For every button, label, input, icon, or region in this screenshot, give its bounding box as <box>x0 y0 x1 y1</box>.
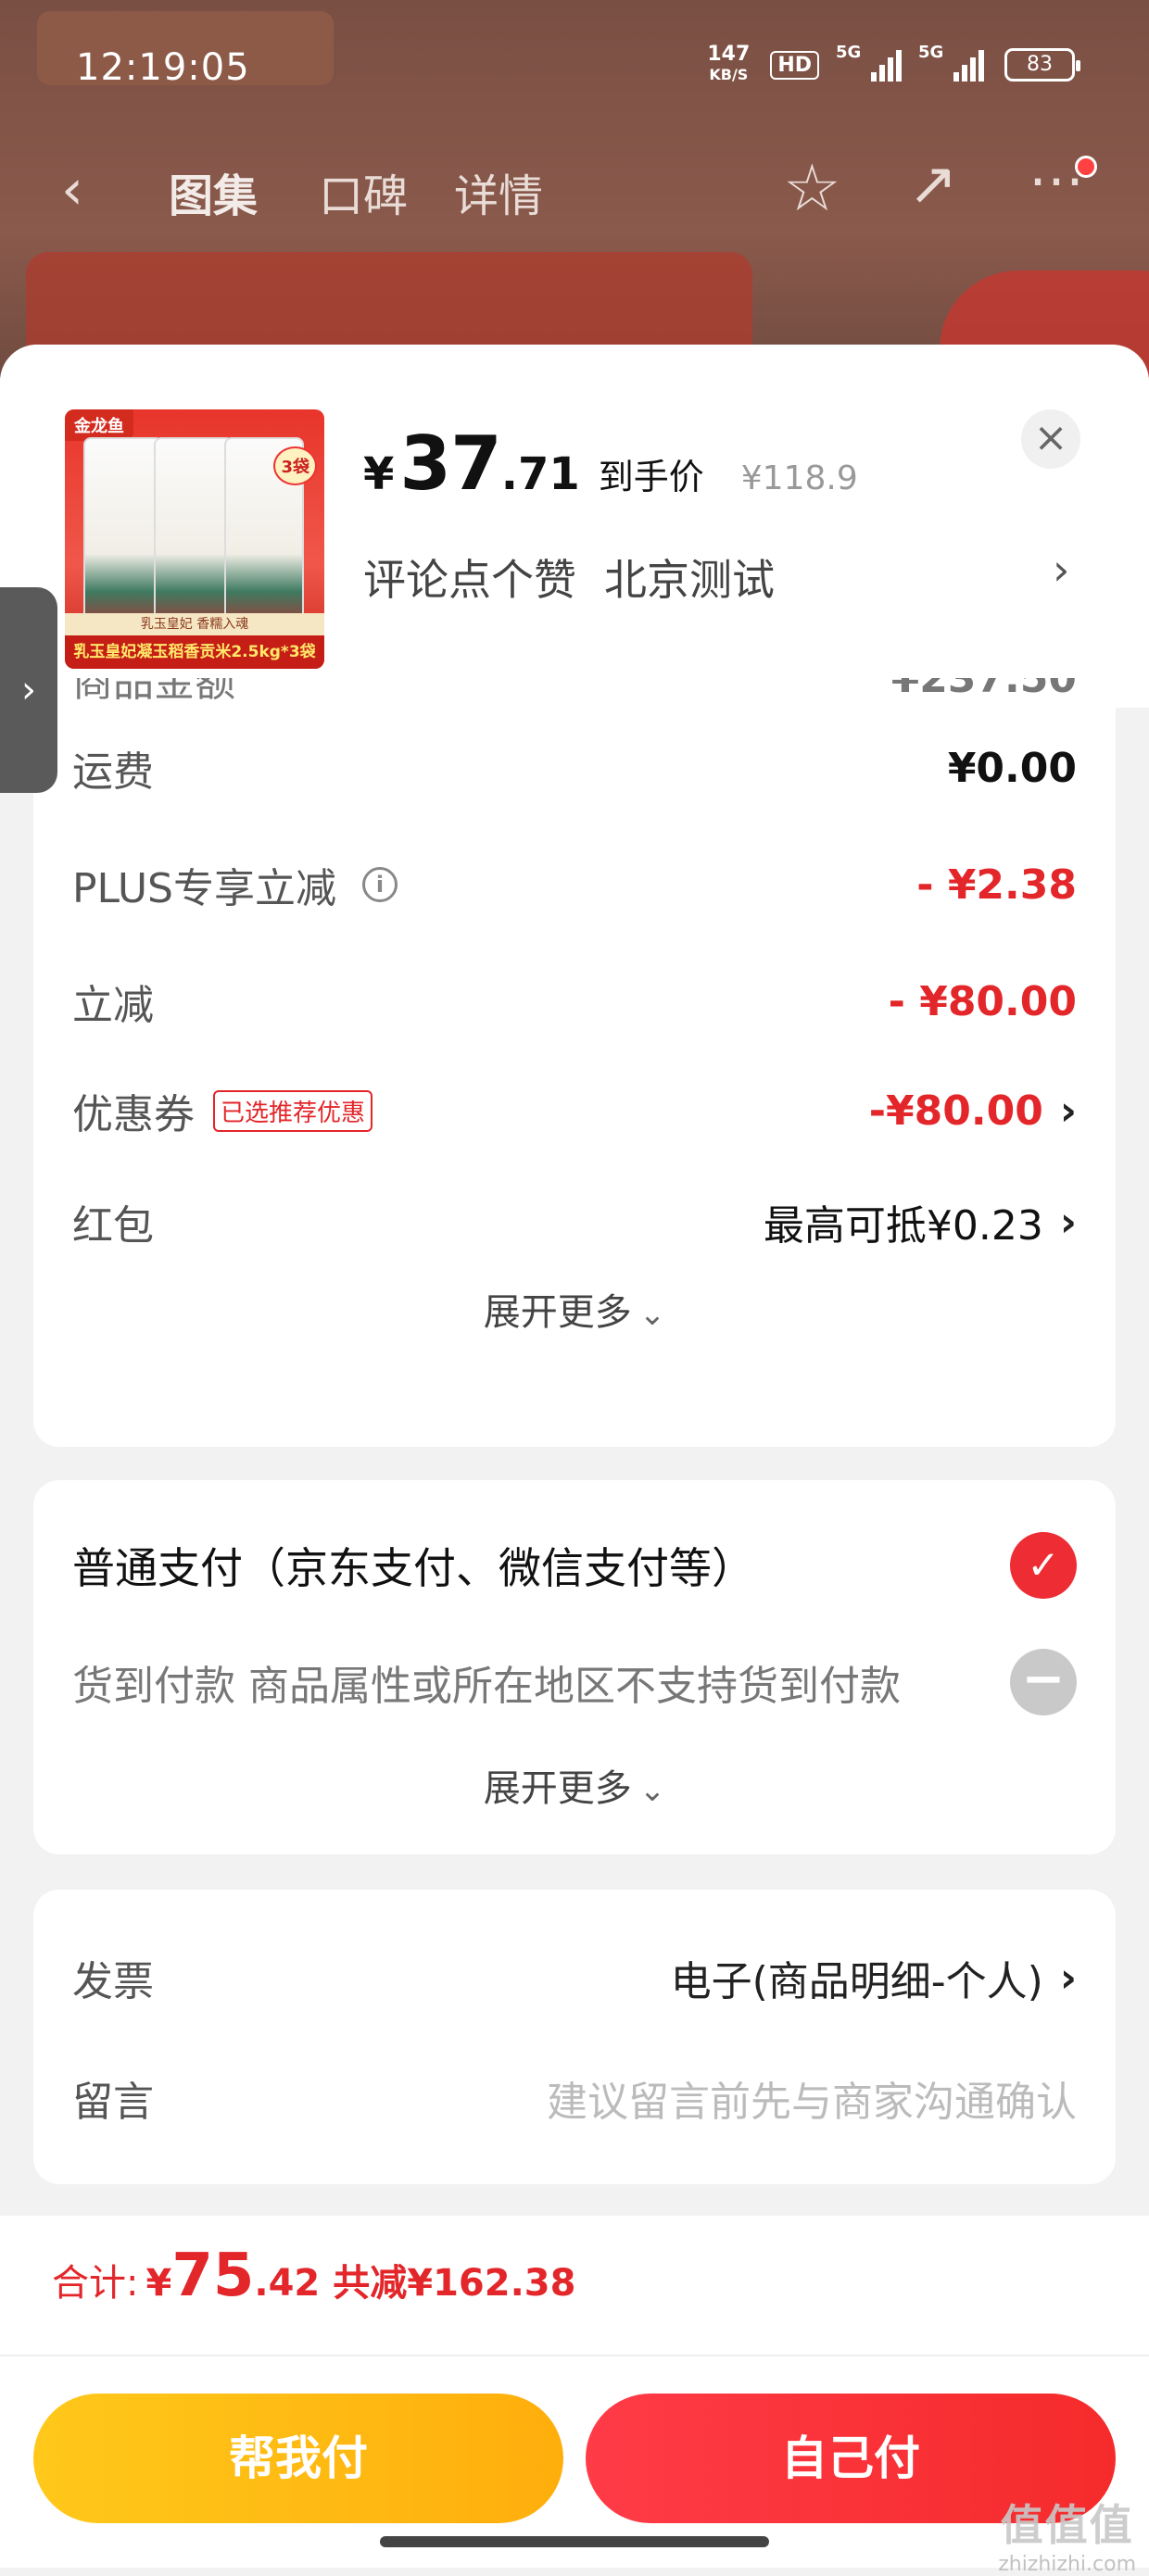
expand-more-payment[interactable]: 展开更多 ⌄ <box>33 1758 1116 1812</box>
network-speed: 147 KB/S <box>707 43 751 84</box>
share-icon[interactable]: ↗ <box>908 150 958 219</box>
help-me-pay-button[interactable]: 帮我付 <box>33 2394 563 2523</box>
invoice-note-card: 发票 电子(商品明细-个人) › 留言 建议留言前先与商家沟通确认 <box>33 1890 1116 2184</box>
status-time: 12:19:05 <box>76 46 250 89</box>
home-indicator[interactable] <box>380 2536 769 2547</box>
note-input[interactable]: 建议留言前先与商家沟通确认 <box>547 2068 1077 2128</box>
favorite-star-icon[interactable]: ☆ <box>783 150 841 226</box>
bag-count-badge: 3袋 <box>273 446 317 485</box>
checkout-footer: 合计: ¥ 75 .42 共减¥162.38 帮我付 自己付 <box>0 2216 1149 2568</box>
product-spec-row[interactable]: 评论点个赞 北京测试 <box>363 547 775 608</box>
product-caption: 乳玉皇妃凝玉稻香贡米2.5kg*3袋 <box>65 635 324 669</box>
price-tag-label: 到手价 <box>598 457 704 497</box>
cost-row-discount: 立减 - ¥80.00 <box>72 977 1077 1030</box>
product-header: 金龙鱼 3袋 乳玉皇妃 香糯入魂 乳玉皇妃凝玉稻香贡米2.5kg*3袋 ¥ 37… <box>0 345 1149 708</box>
cost-row-plus: PLUS专享立减 i - ¥2.38 <box>72 861 1077 913</box>
total-saved: 共减¥162.38 <box>333 2262 576 2305</box>
more-icon[interactable]: ⋯ <box>1029 148 1084 213</box>
chevron-right-icon[interactable]: › <box>1053 545 1069 595</box>
chevron-right-icon: › <box>1059 1087 1077 1135</box>
product-sub-caption: 乳玉皇妃 香糯入魂 <box>65 613 324 635</box>
check-icon[interactable]: ✓ <box>1010 1532 1077 1599</box>
disabled-icon: − <box>1010 1649 1077 1715</box>
brand-chip: 金龙鱼 <box>65 409 133 441</box>
status-bar: 12:19:05 147 KB/S HD 5G 5G 83 <box>0 0 1149 139</box>
status-icons: 147 KB/S HD 5G 5G 83 <box>707 43 1080 85</box>
background-product-page: 12:19:05 147 KB/S HD 5G 5G 83 ‹ 图集 口碑 详情… <box>0 0 1149 389</box>
checkout-sheet: 金龙鱼 3袋 乳玉皇妃 香糯入魂 乳玉皇妃凝玉稻香贡米2.5kg*3袋 ¥ 37… <box>0 345 1149 2568</box>
chevron-down-icon: ⌄ <box>638 1296 666 1333</box>
cost-row-redpacket[interactable]: 红包 最高可抵¥0.23 › <box>72 1189 1077 1254</box>
rice-bag-image <box>83 437 163 632</box>
signal-icon-2: 5G <box>918 43 984 82</box>
notification-dot <box>1075 156 1097 178</box>
note-row[interactable]: 留言 建议留言前先与商家沟通确认 <box>72 2066 1077 2130</box>
chevron-down-icon: ⌄ <box>638 1772 666 1809</box>
cost-row-subtotal: 商品金额 ¥237.50 <box>72 678 1077 706</box>
tab-details[interactable]: 详情 <box>454 159 543 224</box>
total-amount: 合计: ¥ 75 .42 共减¥162.38 <box>52 2242 576 2310</box>
info-icon[interactable]: i <box>362 867 398 902</box>
rice-bag-image <box>154 437 234 632</box>
battery-icon: 83 <box>1004 48 1080 82</box>
payment-option-normal[interactable]: 普通支付（京东支付、微信支付等） ✓ <box>72 1528 1077 1602</box>
side-expand-handle[interactable]: › <box>0 587 57 793</box>
expand-more-costs[interactable]: 展开更多 ⌄ <box>33 1282 1116 1336</box>
tab-reviews[interactable]: 口碑 <box>319 159 408 224</box>
close-icon: × <box>1033 414 1068 461</box>
hd-icon: HD <box>770 50 819 80</box>
top-nav: ‹ 图集 口碑 详情 ☆ ↗ ⋯ <box>0 148 1149 241</box>
final-price: ¥ 37 .71 到手价 ¥118.9 <box>363 421 858 507</box>
back-icon[interactable]: ‹ <box>61 157 83 222</box>
watermark: 值值值 zhizhizhi.com <box>998 2500 1136 2576</box>
close-button[interactable]: × <box>1021 409 1080 469</box>
original-price: ¥118.9 <box>740 459 858 497</box>
tab-gallery[interactable]: 图集 <box>169 159 258 224</box>
chevron-right-icon: › <box>1059 1198 1077 1246</box>
invoice-row[interactable]: 发票 电子(商品明细-个人) › <box>72 1945 1077 2010</box>
payment-method-card: 普通支付（京东支付、微信支付等） ✓ 货到付款 商品属性或所在地区不支持货到付款… <box>33 1480 1116 1854</box>
signal-icon: 5G <box>836 43 902 82</box>
product-image[interactable]: 金龙鱼 3袋 乳玉皇妃 香糯入魂 乳玉皇妃凝玉稻香贡米2.5kg*3袋 <box>65 409 324 669</box>
chevron-right-icon: › <box>1059 1954 1077 2002</box>
cost-breakdown-card: 商品金额 ¥237.50 运费 ¥0.00 PLUS专享立减 i - ¥2.38… <box>33 678 1116 1447</box>
cost-row-shipping: 运费 ¥0.00 <box>72 744 1077 797</box>
payment-option-cod: 货到付款 商品属性或所在地区不支持货到付款 − <box>72 1645 1077 1719</box>
divider <box>0 2355 1149 2356</box>
cost-row-coupon[interactable]: 优惠券 已选推荐优惠 -¥80.00 › <box>72 1078 1077 1143</box>
coupon-tag: 已选推荐优惠 <box>213 1089 373 1132</box>
